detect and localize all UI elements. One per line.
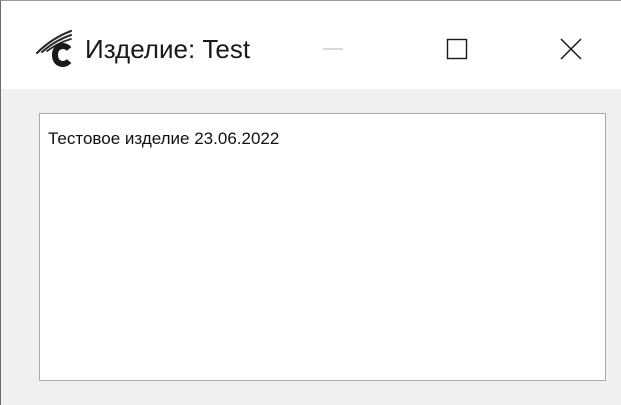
description-textarea[interactable]: Тестовое изделие 23.06.2022 <box>39 113 606 381</box>
product-window: Изделие: Test Тестовое изделие 23.06.202… <box>0 0 621 405</box>
window-title: Изделие: Test <box>85 34 251 64</box>
minimize-button[interactable] <box>305 23 361 75</box>
app-logo-c-icon <box>35 25 77 69</box>
close-button[interactable] <box>543 23 599 75</box>
screen: Изделие: Test Тестовое изделие 23.06.202… <box>0 0 621 405</box>
maximize-button[interactable] <box>429 23 485 75</box>
title-bar[interactable]: Изделие: Test <box>1 1 621 89</box>
minimize-icon <box>323 48 343 50</box>
close-icon <box>560 38 582 60</box>
window-client-area: Тестовое изделие 23.06.2022 <box>2 89 621 405</box>
maximize-icon <box>446 38 468 60</box>
